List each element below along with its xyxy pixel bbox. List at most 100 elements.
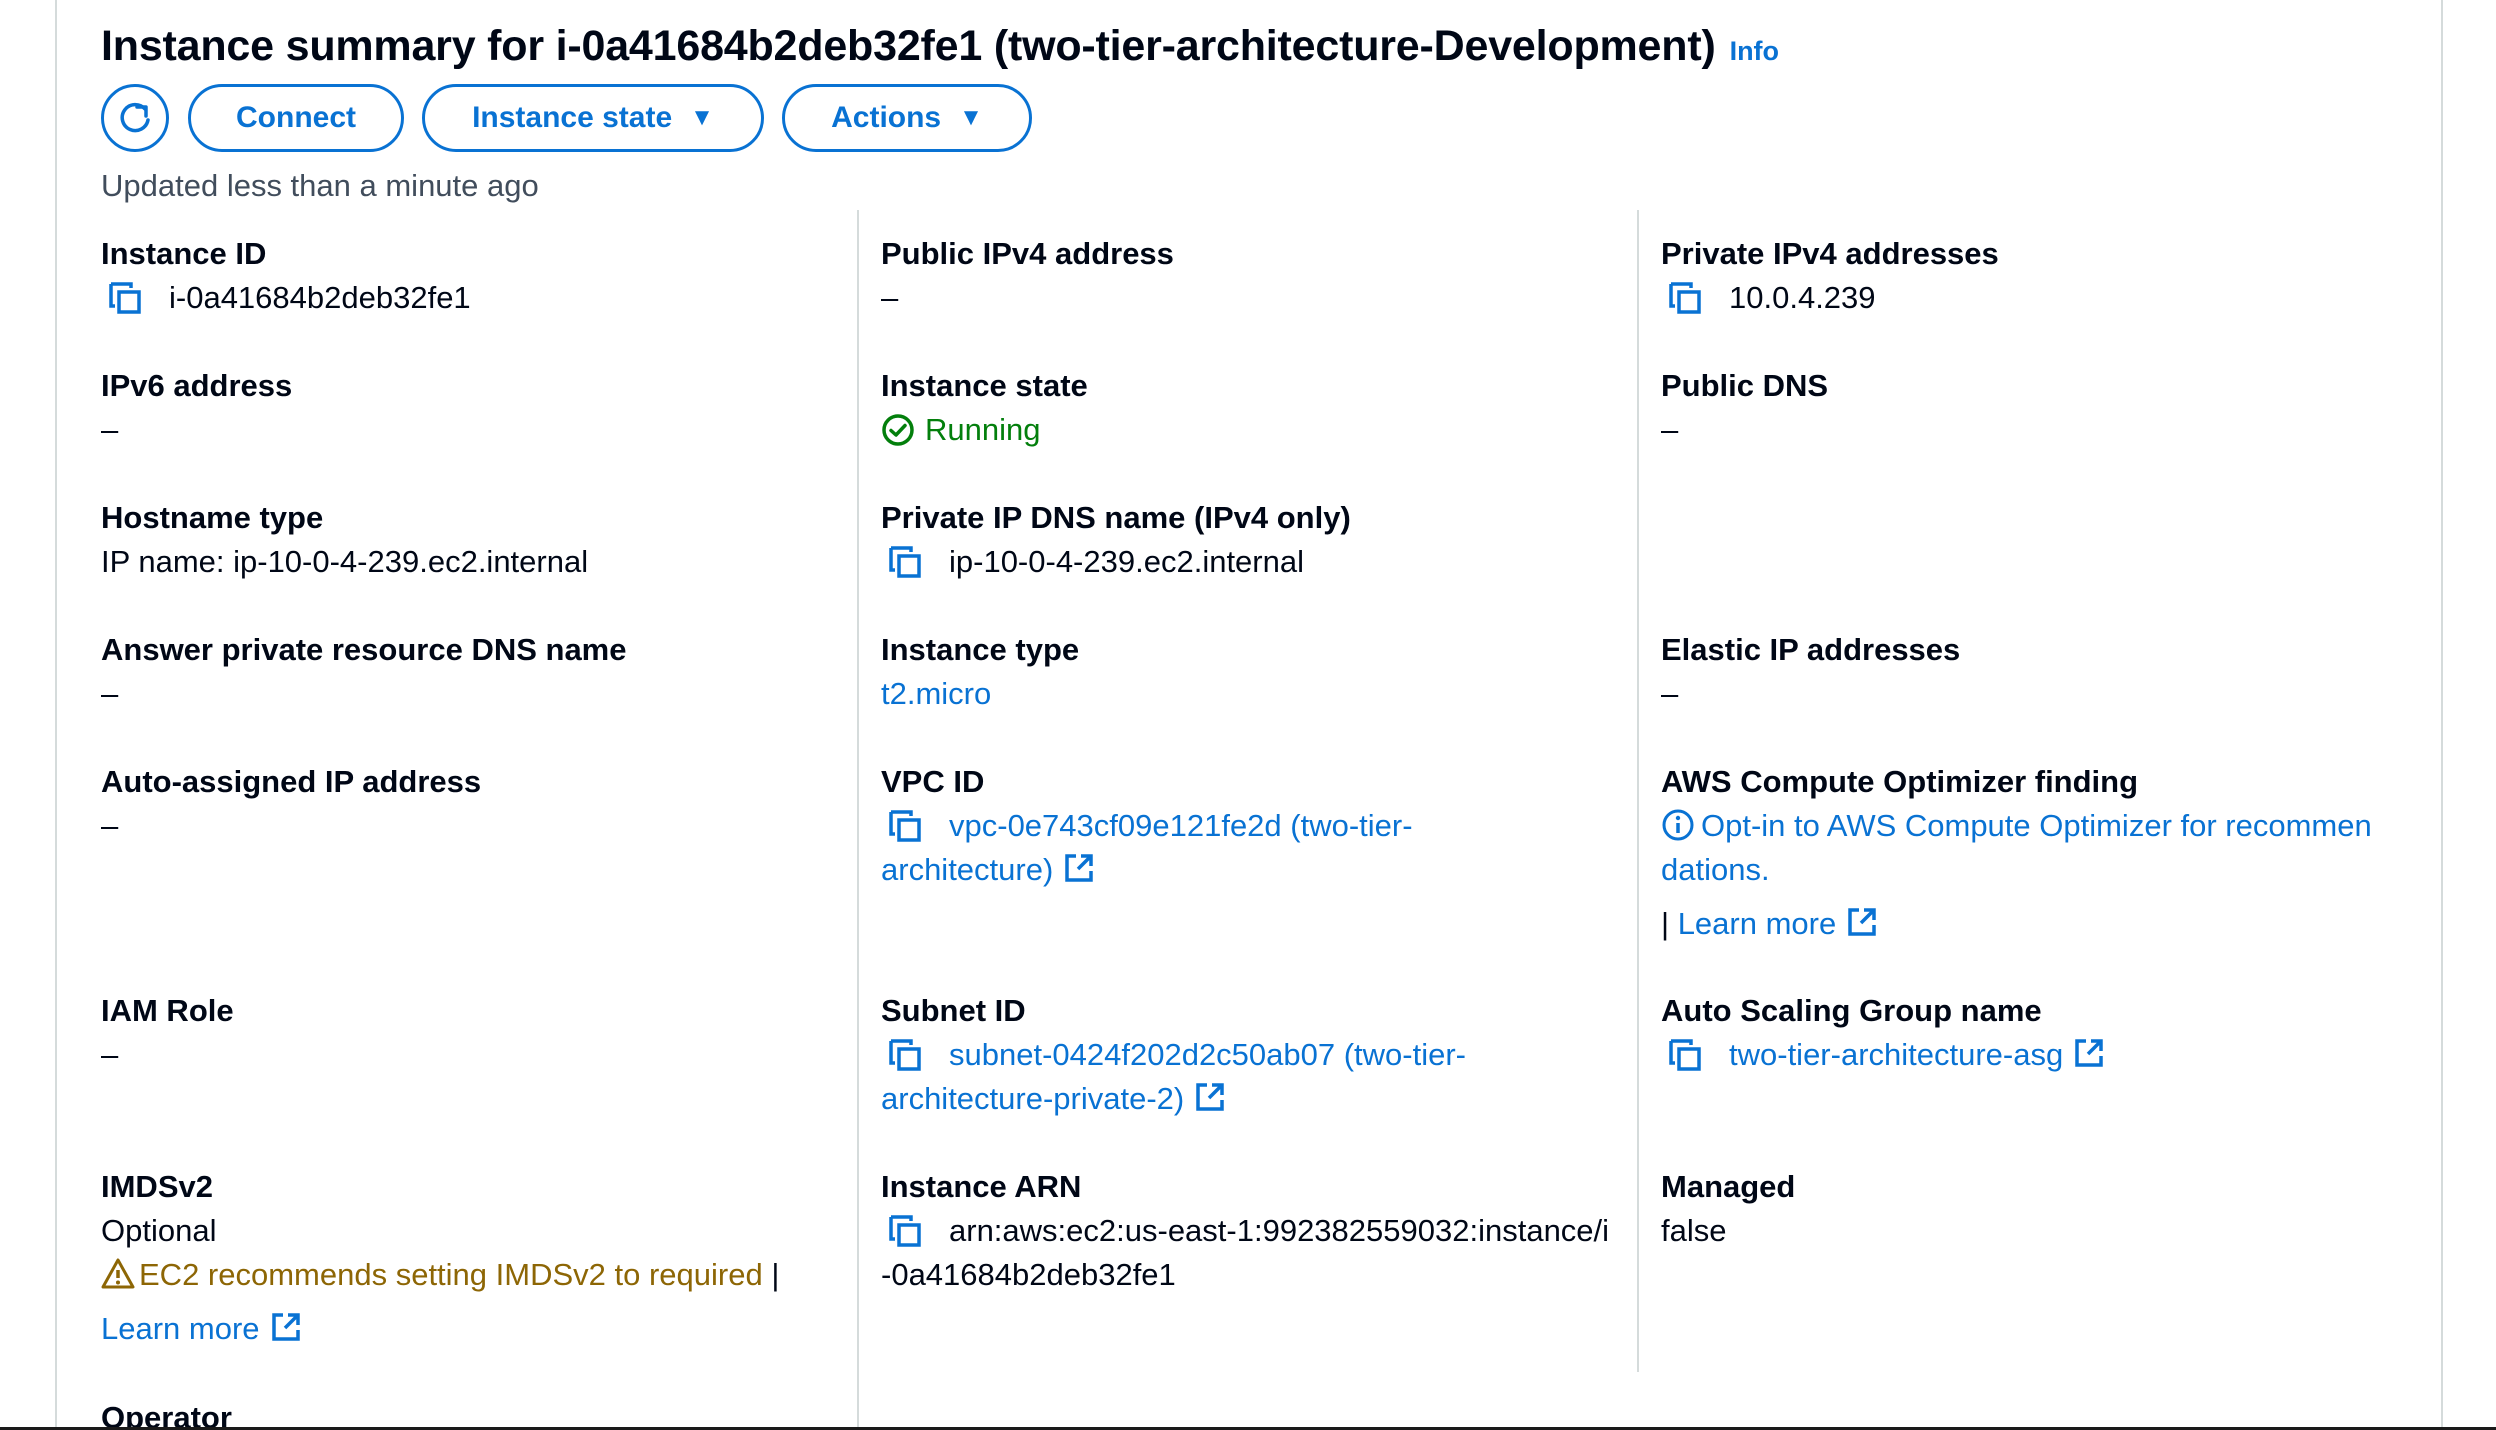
copy-icon[interactable] [887,540,927,584]
separator: | [771,1257,780,1292]
imdsv2-warning-row: EC2 recommends setting IMDSv2 to require… [101,1253,841,1297]
field-value: arn:aws:ec2:us-east-1:992382559032:insta… [881,1209,1621,1253]
caret-down-icon: ▼ [959,104,983,131]
compute-optimizer-opt-in-link[interactable]: Opt-in to AWS Compute Optimizer for reco… [1661,804,2421,848]
field-public-ipv4: Public IPv4 address – [881,232,1174,320]
field-answer-private-dns: Answer private resource DNS name – [101,628,627,716]
subnet-id-link-continued[interactable]: architecture-private-2) [881,1077,1621,1121]
warning-icon [101,1258,135,1289]
instance-state-dropdown[interactable]: Instance state ▼ [422,84,764,152]
field-label: Private IP DNS name (IPv4 only) [881,500,1351,535]
instance-state-dropdown-label: Instance state [472,101,673,134]
vpc-id-link-line2: architecture) [881,852,1054,887]
instance-type-link[interactable]: t2.micro [881,672,1079,716]
field-label: Operator [101,1400,232,1430]
iam-role-value: – [101,1037,119,1072]
hostname-type-value: IP name: ip-10-0-4-239.ec2.internal [101,544,589,579]
instance-state-value: Running [925,412,1041,447]
learn-more-row: | Learn more [1661,902,2421,946]
imdsv2-warning-text: EC2 recommends setting IMDSv2 to require… [139,1257,763,1292]
learn-more-link[interactable]: Learn more [1678,906,1879,941]
field-imdsv2: IMDSv2 Optional EC2 recommends setting I… [101,1165,841,1351]
copy-icon[interactable] [1667,276,1707,320]
field-label: Private IPv4 addresses [1661,236,1999,271]
field-public-dns: Public DNS – [1661,364,1828,452]
asg-name-link[interactable]: two-tier-architecture-asg [1729,1033,2105,1077]
connect-button-label: Connect [236,101,356,134]
public-ipv4-value: – [881,280,899,315]
field-label: Elastic IP addresses [1661,632,1961,667]
actions-dropdown-label: Actions [831,101,942,134]
field-label: Answer private resource DNS name [101,632,627,667]
refresh-icon [120,102,150,133]
refresh-button[interactable] [101,84,169,152]
page-title-text: Instance summary for i-0a41684b2deb32fe1… [101,22,1716,70]
field-instance-type: Instance type t2.micro [881,628,1079,716]
field-asg-name: Auto Scaling Group name two-tier-archite… [1661,989,2105,1077]
copy-icon[interactable] [1667,1033,1707,1077]
field-compute-optimizer: AWS Compute Optimizer finding Opt-in to … [1661,760,2421,946]
field-label: Managed [1661,1169,1796,1204]
field-label: Public IPv4 address [881,236,1174,271]
ipv6-value: – [101,412,119,447]
elastic-ip-value: – [1661,676,1679,711]
auto-assigned-ip-value: – [101,808,119,843]
external-link-icon [271,1313,300,1341]
copy-icon[interactable] [887,804,927,848]
instance-id-value: i-0a41684b2deb32fe1 [169,280,471,315]
field-instance-id: Instance ID i-0a41684b2deb32fe1 [101,232,471,320]
external-link-icon [2075,1039,2103,1067]
compute-optimizer-line2[interactable]: dations. [1661,848,2421,892]
field-value: subnet-0424f202d2c50ab07 (two-tier- [881,1033,1621,1077]
connect-button[interactable]: Connect [188,84,404,152]
answer-private-dns-value: – [101,676,119,711]
field-operator: Operator [101,1396,232,1430]
field-label: Auto Scaling Group name [1661,993,2042,1028]
copy-icon[interactable] [887,1033,927,1077]
copy-icon[interactable] [887,1209,927,1253]
field-label: Public DNS [1661,368,1829,403]
field-instance-arn: Instance ARN arn:aws:ec2:us-east-1:99238… [881,1165,1621,1297]
caret-down-icon: ▼ [690,104,714,131]
separator: | [1661,906,1670,941]
field-vpc-id: VPC ID vpc-0e743cf09e121fe2d (two-tier- … [881,760,1621,892]
field-label: Instance state [881,368,1088,403]
field-subnet-id: Subnet ID subnet-0424f202d2c50ab07 (two-… [881,989,1621,1121]
subnet-id-link-line2: architecture-private-2) [881,1081,1185,1116]
field-value: 10.0.4.239 [1661,276,1999,320]
copy-icon[interactable] [107,276,147,320]
field-label: IPv6 address [101,368,293,403]
field-label: IMDSv2 [101,1169,213,1204]
status-badge: Running [881,408,1088,452]
external-link-icon [1848,908,1876,936]
field-elastic-ip: Elastic IP addresses – [1661,628,1960,716]
field-label: Instance type [881,632,1080,667]
field-managed: Managed false [1661,1165,1795,1253]
subnet-id-link[interactable]: subnet-0424f202d2c50ab07 (two-tier- [949,1033,1466,1077]
info-icon [1662,809,1694,841]
updated-timestamp: Updated less than a minute ago [101,168,539,203]
field-value: ip-10-0-4-239.ec2.internal [881,540,1351,584]
field-auto-assigned-ip: Auto-assigned IP address – [101,760,481,848]
field-iam-role: IAM Role – [101,989,234,1077]
vpc-id-link-continued[interactable]: architecture) [881,848,1621,892]
field-label: AWS Compute Optimizer finding [1661,764,2139,799]
learn-more-label: Learn more [1677,906,1837,941]
instance-arn-value-line2: -0a41684b2deb32fe1 [881,1257,1176,1292]
asg-name-label: two-tier-architecture-asg [1729,1037,2064,1072]
field-value: two-tier-architecture-asg [1661,1033,2105,1077]
instance-arn-value: arn:aws:ec2:us-east-1:992382559032:insta… [949,1213,1610,1248]
field-label: Subnet ID [881,993,1026,1028]
field-private-ip-dns: Private IP DNS name (IPv4 only) ip-10-0-… [881,496,1351,584]
compute-optimizer-line1: Opt-in to AWS Compute Optimizer for reco… [1701,808,2372,843]
learn-more-link[interactable]: Learn more [101,1307,841,1351]
field-label: Instance ID [101,236,267,271]
private-ip-dns-value: ip-10-0-4-239.ec2.internal [949,544,1304,579]
field-label: IAM Role [101,993,234,1028]
vpc-id-link[interactable]: vpc-0e743cf09e121fe2d (two-tier- [949,804,1413,848]
info-link[interactable]: Info [1730,36,1779,66]
success-check-icon [882,414,914,446]
column-divider [1637,210,1639,1372]
field-hostname-type: Hostname type IP name: ip-10-0-4-239.ec2… [101,496,588,584]
actions-dropdown[interactable]: Actions ▼ [782,84,1032,152]
